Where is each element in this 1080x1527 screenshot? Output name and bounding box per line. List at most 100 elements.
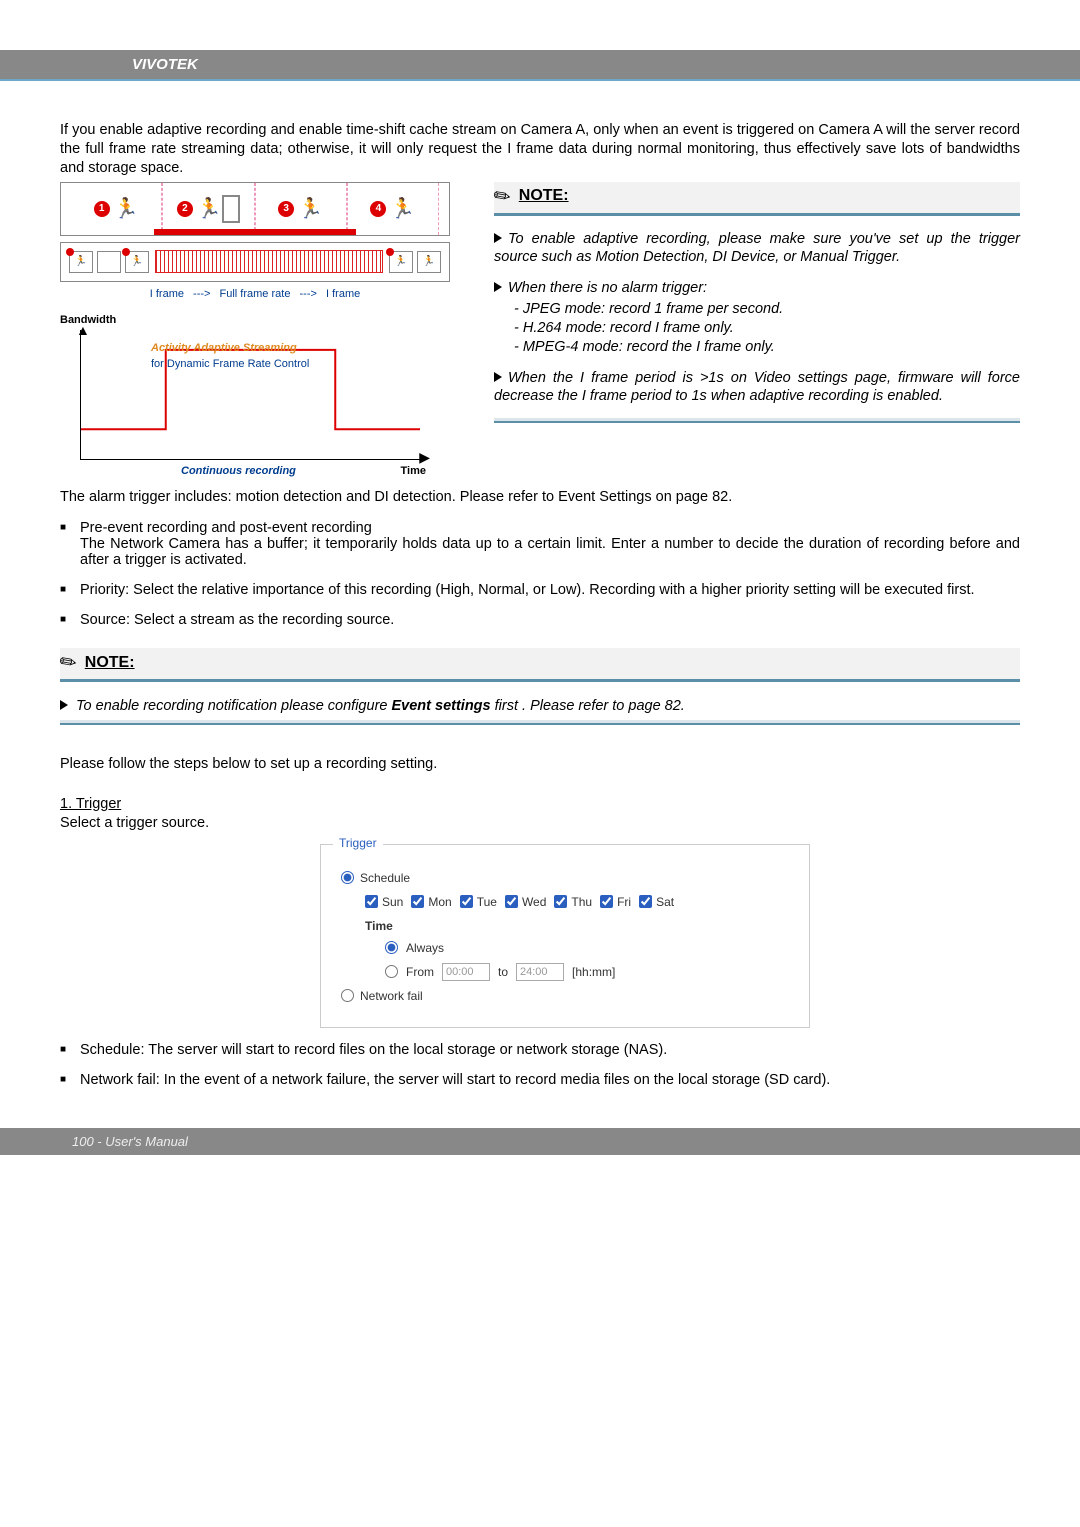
chart-xannot: Continuous recording bbox=[181, 465, 296, 477]
day-sat-checkbox[interactable] bbox=[639, 895, 652, 908]
note2-heading: ✎ NOTE: bbox=[60, 648, 1020, 682]
bullet-priority: Priority: Select the relative importance… bbox=[60, 582, 1020, 598]
bandwidth-chart: ▲ ▶ Activity Adaptive Streaming for Dyna… bbox=[80, 330, 420, 460]
day-fri-label: Fri bbox=[617, 895, 631, 909]
networkfail-label: Network fail bbox=[360, 989, 423, 1003]
always-label: Always bbox=[406, 941, 444, 955]
chart-time-label: Time bbox=[401, 465, 426, 477]
event-bar bbox=[154, 229, 356, 235]
pencil-icon: ✎ bbox=[54, 648, 82, 678]
frame-label: I frame ---> Full frame rate ---> I fram… bbox=[60, 288, 450, 300]
note1-p2: When there is no alarm trigger: bbox=[508, 280, 707, 296]
page-footer: 100 - User's Manual bbox=[0, 1128, 1080, 1155]
frames-strip: 🏃 🏃 🏃 🏃 bbox=[60, 242, 450, 282]
day-mon-checkbox[interactable] bbox=[411, 895, 424, 908]
arrow-icon: ---> bbox=[300, 288, 317, 300]
day-mon-label: Mon bbox=[428, 895, 451, 909]
bullet-list-2: Schedule: The server will start to recor… bbox=[60, 1042, 1020, 1088]
note2-body: To enable recording notification please … bbox=[60, 698, 1020, 714]
triangle-icon bbox=[494, 282, 502, 292]
day-thu-checkbox[interactable] bbox=[554, 895, 567, 908]
adaptive-recording-diagram: 1🏃 2🏃 3🏃 4🏃 🏃 🏃 🏃 🏃 I frame ---> Full fr… bbox=[60, 182, 450, 460]
note1-p1: To enable adaptive recording, please mak… bbox=[494, 231, 1020, 266]
intro-paragraph: If you enable adaptive recording and ena… bbox=[60, 121, 1020, 178]
always-radio[interactable] bbox=[385, 941, 398, 954]
note-divider-accent bbox=[494, 421, 1020, 423]
from-radio[interactable] bbox=[385, 965, 398, 978]
note-title: NOTE: bbox=[519, 187, 569, 205]
runner-icon: 🏃 bbox=[114, 196, 139, 221]
runner-icon: 🏃 bbox=[197, 196, 222, 221]
hhmm-hint: [hh:mm] bbox=[572, 965, 615, 979]
iframe-box: 🏃 bbox=[389, 251, 413, 273]
triangle-icon bbox=[60, 700, 68, 710]
note2-pre: To enable recording notification please … bbox=[76, 698, 391, 714]
time-label: Time bbox=[365, 919, 795, 933]
iframe-label: I frame bbox=[326, 288, 360, 300]
axis-arrow-right-icon: ▶ bbox=[419, 449, 430, 466]
iframe-box: 🏃 bbox=[125, 251, 149, 273]
chart-subtitle: for Dynamic Frame Rate Control bbox=[151, 358, 309, 370]
iframe-box: 🏃 bbox=[417, 251, 441, 273]
day-tue-label: Tue bbox=[477, 895, 497, 909]
iframe-box bbox=[97, 251, 121, 273]
chart-title: Activity Adaptive Streaming bbox=[151, 342, 297, 354]
day-wed-label: Wed bbox=[522, 895, 546, 909]
triangle-icon bbox=[494, 372, 502, 382]
note2-title: NOTE: bbox=[85, 654, 135, 672]
step1-sub: Select a trigger source. bbox=[60, 814, 1020, 834]
day-sun-checkbox[interactable] bbox=[365, 895, 378, 908]
header-accent bbox=[0, 79, 1080, 81]
day-fri-checkbox[interactable] bbox=[600, 895, 613, 908]
scene-strip: 1🏃 2🏃 3🏃 4🏃 bbox=[60, 182, 450, 236]
bullet-schedule: Schedule: The server will start to recor… bbox=[60, 1042, 1020, 1058]
badge-1: 1 bbox=[94, 201, 110, 217]
day-thu-label: Thu bbox=[571, 895, 592, 909]
note2-post: first . Please refer to page 82. bbox=[491, 698, 685, 714]
trigger-panel: Trigger Schedule Sun Mon Tue Wed Thu Fri… bbox=[320, 844, 810, 1028]
bullet-preevent-title: Pre-event recording and post-event recor… bbox=[80, 520, 372, 536]
bullet-networkfail: Network fail: In the event of a network … bbox=[60, 1072, 1020, 1088]
to-label: to bbox=[498, 965, 508, 979]
note1-l1: - JPEG mode: record 1 frame per second. bbox=[514, 300, 1020, 319]
full-frame-ticks bbox=[155, 250, 383, 273]
brand-header: VIVOTEK bbox=[0, 50, 1080, 79]
bullet-preevent-body: The Network Camera has a buffer; it temp… bbox=[80, 536, 1020, 568]
fullframe-label: Full frame rate bbox=[220, 288, 291, 300]
door-icon bbox=[222, 195, 240, 223]
schedule-radio[interactable] bbox=[341, 871, 354, 884]
day-sun-label: Sun bbox=[382, 895, 403, 909]
days-row: Sun Mon Tue Wed Thu Fri Sat bbox=[365, 895, 795, 909]
runner-icon: 🏃 bbox=[390, 196, 415, 221]
networkfail-radio[interactable] bbox=[341, 989, 354, 1002]
bullet-source: Source: Select a stream as the recording… bbox=[60, 612, 1020, 628]
iframe-label: I frame bbox=[150, 288, 184, 300]
note1-l2: - H.264 mode: record I frame only. bbox=[514, 319, 1020, 338]
from-time-input[interactable] bbox=[442, 963, 490, 981]
steps-intro: Please follow the steps below to set up … bbox=[60, 755, 1020, 775]
to-time-input[interactable] bbox=[516, 963, 564, 981]
note2-bold: Event settings bbox=[391, 698, 490, 714]
after-diagram-text: The alarm trigger includes: motion detec… bbox=[60, 488, 1020, 507]
note1-l3: - MPEG-4 mode: record the I frame only. bbox=[514, 338, 1020, 357]
triangle-icon bbox=[494, 233, 502, 243]
bullet-preevent: Pre-event recording and post-event recor… bbox=[60, 520, 1020, 568]
day-tue-checkbox[interactable] bbox=[460, 895, 473, 908]
runner-icon: 🏃 bbox=[298, 196, 323, 221]
badge-3: 3 bbox=[278, 201, 294, 217]
arrow-icon: ---> bbox=[193, 288, 210, 300]
day-sat-label: Sat bbox=[656, 895, 674, 909]
note1-p3: When the I frame period is >1s on Video … bbox=[494, 370, 1020, 405]
schedule-label: Schedule bbox=[360, 871, 410, 885]
pencil-icon: ✎ bbox=[488, 181, 516, 211]
bullet-list-1: Pre-event recording and post-event recor… bbox=[60, 520, 1020, 628]
note-divider-accent bbox=[60, 723, 1020, 725]
bandwidth-label: Bandwidth bbox=[60, 314, 450, 326]
trigger-legend: Trigger bbox=[333, 836, 383, 850]
iframe-box: 🏃 bbox=[69, 251, 93, 273]
badge-2: 2 bbox=[177, 201, 193, 217]
note-body: To enable adaptive recording, please mak… bbox=[494, 230, 1020, 407]
day-wed-checkbox[interactable] bbox=[505, 895, 518, 908]
step1-title: 1. Trigger bbox=[60, 795, 1020, 815]
from-label: From bbox=[406, 965, 434, 979]
